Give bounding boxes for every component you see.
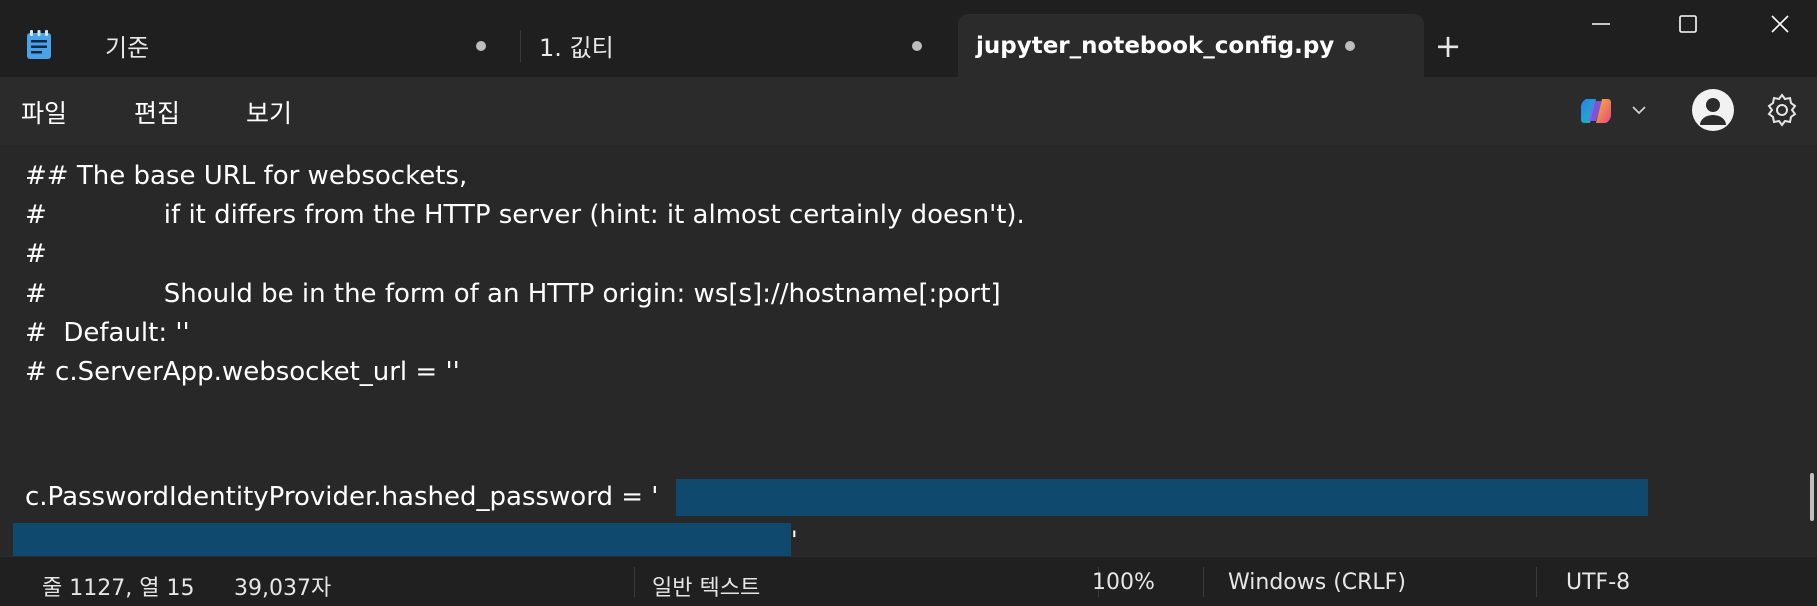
editor-line: # xyxy=(25,239,47,269)
avatar[interactable] xyxy=(1692,89,1734,131)
menu-bar: 파일 편집 보기 xyxy=(0,77,1817,145)
cursor-position[interactable]: 줄 1127, 열 15 xyxy=(42,570,194,602)
maximize-icon xyxy=(1679,15,1697,33)
line-content: Should be in the form of an HTTP origin:… xyxy=(163,279,1001,309)
line-prefix: # xyxy=(25,279,47,309)
new-tab-button[interactable]: + xyxy=(1424,26,1472,66)
text-editor[interactable]: ## The base URL for websockets, # if it d… xyxy=(0,145,1817,556)
line-ending[interactable]: Windows (CRLF) xyxy=(1228,570,1406,595)
closing-quote: ' xyxy=(791,526,798,554)
status-divider xyxy=(1203,567,1204,597)
editor-line: # Default: '' xyxy=(25,318,190,348)
tab-gitti[interactable]: 1. 깂티 xyxy=(521,14,957,77)
tab-label: 기준 xyxy=(105,34,150,62)
menu-view[interactable]: 보기 xyxy=(246,94,292,130)
encoding[interactable]: UTF-8 xyxy=(1566,570,1630,595)
zoom-level[interactable]: 100% xyxy=(1092,570,1155,595)
line-content: if it differs from the HTTP server (hint… xyxy=(163,200,1025,230)
vertical-scrollbar[interactable] xyxy=(1810,473,1814,521)
editor-line: c.PasswordIdentityProvider.hashed_passwo… xyxy=(25,482,659,512)
selection-highlight xyxy=(13,523,791,556)
tab-jupyter-config-active[interactable]: jupyter_notebook_config.py xyxy=(958,14,1424,77)
minimize-icon xyxy=(1592,23,1610,25)
copilot-icon[interactable] xyxy=(1578,93,1614,129)
close-button[interactable] xyxy=(1735,0,1817,48)
chevron-down-icon[interactable] xyxy=(1628,99,1650,121)
menu-file[interactable]: 파일 xyxy=(21,94,67,130)
minimize-button[interactable] xyxy=(1556,0,1646,48)
tab-label: jupyter_notebook_config.py xyxy=(976,32,1335,59)
status-divider xyxy=(1536,567,1537,597)
status-bar: 줄 1127, 열 15 39,037자 일반 텍스트 100% Windows… xyxy=(0,556,1817,606)
notepad-window: 기준 1. 깂티 jupyter_notebook_config.py + 파일… xyxy=(0,0,1817,606)
status-divider xyxy=(634,567,635,597)
editor-line: # c.ServerApp.websocket_url = '' xyxy=(25,357,460,387)
unsaved-dot-icon xyxy=(912,41,922,51)
editor-line: # Should be in the form of an HTTP origin… xyxy=(25,277,1001,311)
maximize-button[interactable] xyxy=(1643,0,1733,48)
selection-highlight xyxy=(676,479,1648,516)
unsaved-dot-icon xyxy=(476,41,486,51)
tab-label: 1. 깂티 xyxy=(539,34,614,62)
editor-line: ## The base URL for websockets, xyxy=(25,161,468,191)
character-count: 39,037자 xyxy=(234,576,332,601)
gear-icon[interactable] xyxy=(1764,92,1800,128)
close-icon xyxy=(1771,15,1789,33)
tab-strip: 기준 1. 깂티 jupyter_notebook_config.py + xyxy=(0,0,1817,77)
line-prefix: # xyxy=(25,200,47,230)
menu-edit[interactable]: 편집 xyxy=(134,94,180,130)
tab-gijun[interactable]: 기준 xyxy=(0,14,516,77)
text-mode[interactable]: 일반 텍스트 xyxy=(652,570,760,602)
user-icon xyxy=(1700,98,1726,125)
unsaved-dot-icon xyxy=(1345,41,1355,51)
editor-line: # if it differs from the HTTP server (hin… xyxy=(25,198,1025,232)
